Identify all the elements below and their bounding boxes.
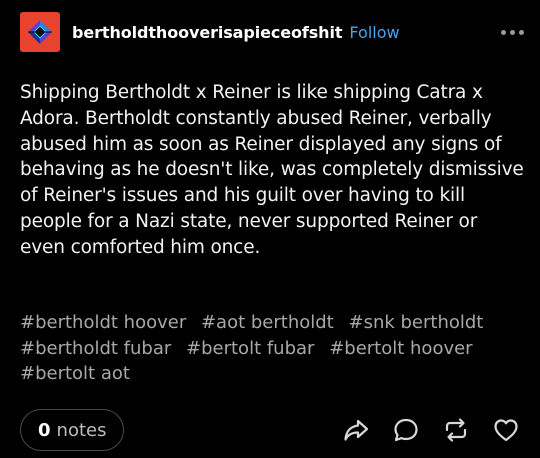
dot <box>510 29 515 35</box>
blog-name[interactable]: bertholdthooverisapieceofshit <box>72 23 342 42</box>
tag-list: #bertholdt hoover #aot bertholdt #snk be… <box>20 310 525 387</box>
post-header: bertholdthooverisapieceofshit Follow <box>20 12 526 52</box>
notes-count: 0 <box>38 419 51 441</box>
tag-link[interactable]: #aot bertholdt <box>201 312 334 333</box>
reply-icon[interactable] <box>392 416 420 444</box>
share-icon[interactable] <box>342 416 370 444</box>
notes-button[interactable]: 0 notes <box>20 409 125 451</box>
more-dots-icon[interactable] <box>499 26 526 39</box>
dot <box>519 29 524 35</box>
tag-link[interactable]: #snk bertholdt <box>348 312 483 333</box>
post-body: Shipping Bertholdt x Reiner is like ship… <box>20 82 524 258</box>
tag-link[interactable]: #bertolt hoover <box>329 338 472 359</box>
diamond-logo-icon <box>28 20 52 44</box>
post-card: bertholdthooverisapieceofshit Follow Shi… <box>0 0 540 458</box>
notes-label: notes <box>56 419 107 441</box>
heart-icon[interactable] <box>492 416 520 444</box>
reblog-icon[interactable] <box>442 416 470 444</box>
follow-button[interactable]: Follow <box>349 23 399 42</box>
dot <box>501 29 506 35</box>
avatar[interactable] <box>20 12 60 52</box>
tag-link[interactable]: #bertolt aot <box>20 363 130 384</box>
post-actions <box>342 416 520 444</box>
tag-link[interactable]: #bertholdt hoover <box>20 312 186 333</box>
post-footer: 0 notes <box>20 408 520 452</box>
tag-link[interactable]: #bertolt fubar <box>186 338 314 359</box>
tag-link[interactable]: #bertholdt fubar <box>20 338 171 359</box>
